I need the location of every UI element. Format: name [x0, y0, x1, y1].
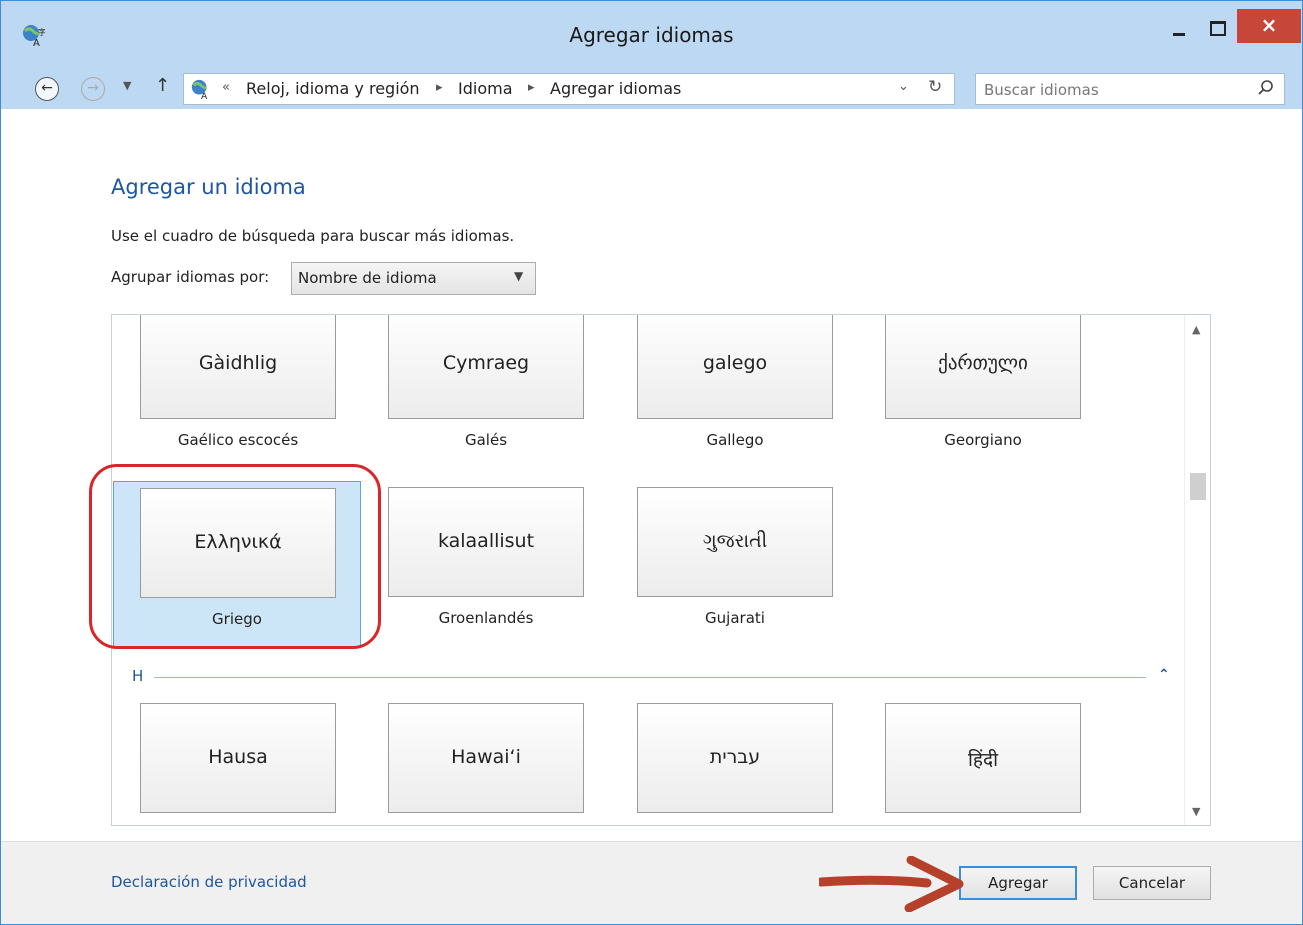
window-title: Agregar idiomas [569, 23, 734, 47]
group-by-value: Nombre de idioma [298, 269, 437, 287]
maximize-button[interactable] [1200, 9, 1232, 43]
add-languages-window: A 字 Agregar idiomas × ← → ▼ ↑ A « Reloj,… [0, 0, 1303, 925]
breadcrumb-clock-language-region[interactable]: Reloj, idioma y región [246, 79, 420, 98]
collapse-chevron-up-icon[interactable]: ⌃ [1158, 667, 1170, 683]
close-button[interactable]: × [1237, 9, 1301, 43]
language-tile-hebrew[interactable]: עברית [611, 697, 859, 825]
language-tile-face[interactable]: Hausa [140, 703, 336, 813]
search-input[interactable] [984, 79, 1244, 101]
language-tile-welsh[interactable]: Cymraeg Galés [362, 315, 610, 449]
language-tile-face[interactable]: Gàidhlig [140, 315, 336, 419]
page-heading: Agregar un idioma [111, 175, 306, 199]
language-tile-hausa[interactable]: Hausa [114, 697, 362, 825]
breadcrumb-overflow[interactable]: « [222, 80, 230, 95]
privacy-statement-link[interactable]: Declaración de privacidad [111, 873, 307, 891]
language-tile-face[interactable]: ქართული [885, 315, 1081, 419]
scroll-down-icon[interactable]: ▼ [1192, 805, 1200, 818]
group-header-h[interactable]: H [132, 667, 143, 685]
breadcrumb-add-languages[interactable]: Agregar idiomas [550, 79, 681, 98]
language-tile-face[interactable]: हिंदी [885, 703, 1081, 813]
language-list[interactable]: Gàidhlig Gaélico escocés Cymraeg Galés g… [111, 314, 1211, 826]
chevron-down-icon: ▼ [514, 269, 524, 283]
close-icon: × [1260, 13, 1278, 37]
annotation-arrow-icon [819, 856, 964, 912]
search-icon[interactable] [1256, 78, 1276, 98]
language-name: Griego [212, 610, 262, 628]
language-tile-gujarati[interactable]: ગુજરાતી Gujarati [611, 481, 859, 647]
search-box[interactable] [975, 73, 1285, 105]
address-bar[interactable]: A « Reloj, idioma y región ▸ Idioma ▸ Ag… [183, 73, 955, 105]
language-name: Galés [464, 431, 508, 449]
language-tile-face[interactable]: galego [637, 315, 833, 419]
language-tile-face[interactable]: Hawaiʻi [388, 703, 584, 813]
language-tile-galician[interactable]: galego Gallego [611, 315, 859, 449]
language-tile-georgian[interactable]: ქართული Georgiano [859, 315, 1107, 449]
language-globe-icon: A [191, 79, 208, 100]
language-tile-hindi[interactable]: हिंदी [859, 697, 1107, 825]
cancel-button[interactable]: Cancelar [1093, 866, 1211, 900]
language-tile-face[interactable]: עברית [637, 703, 833, 813]
group-by-select[interactable]: Nombre de idioma ▼ [291, 262, 536, 295]
group-by-label: Agrupar idiomas por: [111, 268, 270, 286]
footer-bar: Declaración de privacidad Agregar Cancel… [1, 841, 1302, 924]
add-button[interactable]: Agregar [959, 866, 1077, 900]
language-tile-greek[interactable]: Ελληνικά Griego [113, 481, 361, 647]
minimize-button[interactable] [1163, 9, 1195, 43]
recent-locations-icon[interactable]: ▼ [123, 79, 131, 92]
vertical-scrollbar[interactable]: ▲ ▼ [1184, 315, 1210, 825]
breadcrumb-language[interactable]: Idioma [458, 79, 513, 98]
language-name: Groenlandés [438, 609, 534, 627]
language-tile-face[interactable]: Cymraeg [388, 315, 584, 419]
language-tile-face[interactable]: kalaallisut [388, 487, 584, 597]
address-history-chevron-icon[interactable]: ⌄ [898, 79, 909, 94]
up-arrow-icon[interactable]: ↑ [155, 75, 170, 96]
breadcrumb-chevron-icon[interactable]: ▸ [528, 80, 535, 95]
group-divider [154, 677, 1146, 678]
scrollbar-thumb[interactable] [1190, 473, 1206, 500]
language-name: Gujarati [705, 609, 765, 627]
language-name: Gallego [706, 431, 764, 449]
scroll-up-icon[interactable]: ▲ [1192, 323, 1200, 336]
language-tile-face[interactable]: Ελληνικά [140, 488, 336, 598]
language-name: Gaélico escocés [177, 431, 299, 449]
forward-button[interactable]: → [81, 77, 105, 101]
refresh-icon[interactable]: ↻ [928, 77, 942, 97]
navigation-bar: ← → ▼ ↑ A « Reloj, idioma y región ▸ Idi… [1, 71, 1302, 109]
back-button[interactable]: ← [35, 77, 59, 101]
language-name: Georgiano [944, 431, 1022, 449]
language-tile-hawaiian[interactable]: Hawaiʻi [362, 697, 610, 825]
breadcrumb-chevron-icon[interactable]: ▸ [436, 80, 443, 95]
language-tile-greenlandic[interactable]: kalaallisut Groenlandés [362, 481, 610, 647]
svg-text:A: A [201, 91, 208, 100]
search-hint: Use el cuadro de búsqueda para buscar má… [111, 227, 515, 245]
title-bar[interactable]: A 字 Agregar idiomas × [1, 1, 1302, 71]
language-tile-gaelic[interactable]: Gàidhlig Gaélico escocés [114, 315, 362, 449]
language-tile-face[interactable]: ગુજરાતી [637, 487, 833, 597]
